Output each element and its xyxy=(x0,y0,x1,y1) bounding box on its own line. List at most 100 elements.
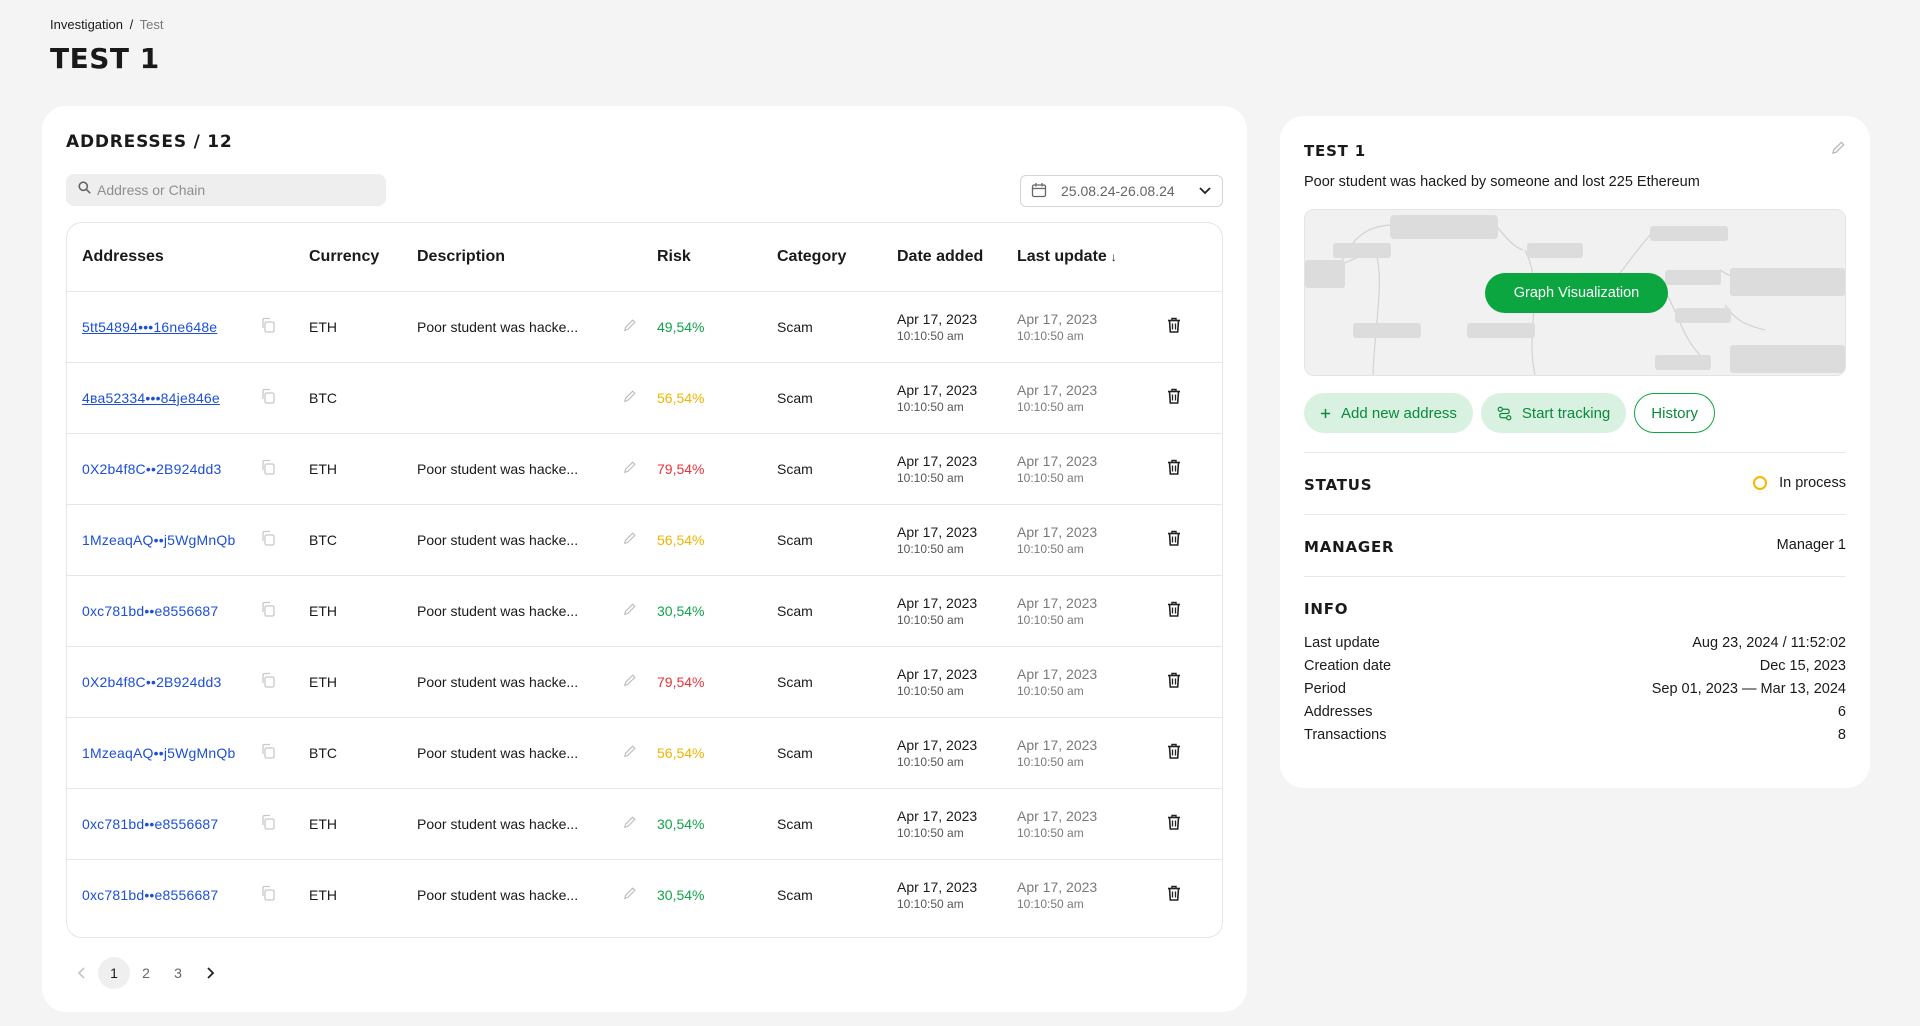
description-text: Poor student was hacke... xyxy=(417,815,579,832)
trash-icon[interactable] xyxy=(1167,601,1181,620)
copy-icon[interactable] xyxy=(260,317,276,336)
breadcrumb-current: Test xyxy=(139,17,164,32)
edit-description-icon[interactable] xyxy=(623,460,637,477)
copy-icon[interactable] xyxy=(260,388,276,407)
edit-description-icon[interactable] xyxy=(623,744,637,761)
page-button-3[interactable]: 3 xyxy=(162,957,194,989)
edit-description-icon[interactable] xyxy=(623,673,637,690)
trash-icon[interactable] xyxy=(1167,886,1181,904)
table-row[interactable]: 0xc781bd••e8556687 ETH Poor student was ha… xyxy=(67,575,1222,647)
copy-icon[interactable] xyxy=(260,672,276,691)
table-row[interactable]: 0xc781bd••e8556687 ETH Poor student was ha… xyxy=(67,859,1222,930)
page-button-1[interactable]: 1 xyxy=(98,957,130,989)
copy-icon[interactable] xyxy=(260,459,276,478)
copy-cell xyxy=(260,717,309,789)
address-cell: 1MzeaqAQ••j5WgMnQb xyxy=(67,717,260,789)
trash-icon[interactable] xyxy=(1167,672,1181,691)
date-added-cell: Apr 17, 2023 10:10:50 am xyxy=(897,859,1017,930)
edit-description-icon[interactable] xyxy=(623,531,637,548)
pagination: 1 2 3 xyxy=(66,957,226,989)
trash-icon[interactable] xyxy=(1167,814,1181,833)
start-tracking-button[interactable]: Start tracking xyxy=(1480,393,1627,433)
description-text: Poor student was hacke... xyxy=(417,318,579,335)
last-update-date: Apr 17, 2023 xyxy=(1017,594,1098,611)
graph-visualization-button[interactable]: Graph Visualization xyxy=(1485,273,1668,313)
trash-icon[interactable] xyxy=(1167,743,1181,762)
next-page-button[interactable] xyxy=(194,957,226,989)
copy-cell xyxy=(260,788,309,860)
edit-description-icon[interactable] xyxy=(623,602,637,619)
last-update-date: Apr 17, 2023 xyxy=(1017,310,1098,327)
col-header-category: Category xyxy=(777,223,897,292)
description-cell: Poor student was hacke... xyxy=(417,575,657,647)
address-link[interactable]: 0xc781bd••e8556687 xyxy=(82,603,218,619)
case-actions: Add new address Start tracking History xyxy=(1304,393,1715,433)
date-range-picker[interactable]: 25.08.24-26.08.24 xyxy=(1020,175,1223,207)
edit-description-icon[interactable] xyxy=(623,318,637,335)
copy-icon[interactable] xyxy=(260,601,276,620)
copy-icon[interactable] xyxy=(260,530,276,549)
trash-icon[interactable] xyxy=(1167,388,1181,407)
graph-preview[interactable]: Graph Visualization xyxy=(1304,209,1846,376)
date-added-time: 10:10:50 am xyxy=(897,825,964,840)
addresses-card: ADDRESSES / 12 25.08.24-26.08.24 Address… xyxy=(42,106,1247,1012)
page-button-2[interactable]: 2 xyxy=(130,957,162,989)
search-input[interactable] xyxy=(97,182,367,198)
last-update-cell: Apr 17, 2023 10:10:50 am xyxy=(1017,788,1167,860)
edit-description-icon[interactable] xyxy=(623,389,637,406)
address-link[interactable]: 0X2b4f8C••2B924dd3 xyxy=(82,674,222,690)
last-update-cell: Apr 17, 2023 10:10:50 am xyxy=(1017,504,1167,576)
table-row[interactable]: 4ва52334•••84je846e BTC 56,54% Scam Apr 17, … xyxy=(67,362,1222,434)
info-row-value: Aug 23, 2024 / 11:52:02 xyxy=(1692,635,1846,651)
address-cell: 4ва52334•••84je846e xyxy=(67,362,260,434)
address-link[interactable]: 1MzeaqAQ••j5WgMnQb xyxy=(82,745,235,761)
info-row-label: Transactions xyxy=(1304,727,1387,743)
table-row[interactable]: 0X2b4f8C••2B924dd3 ETH Poor student was ha… xyxy=(67,433,1222,505)
description-cell: Poor student was hacke... xyxy=(417,717,657,789)
breadcrumb-investigation[interactable]: Investigation xyxy=(50,17,123,32)
history-button[interactable]: History xyxy=(1634,393,1715,433)
delete-cell xyxy=(1167,788,1222,860)
trash-icon[interactable] xyxy=(1167,530,1181,549)
address-link[interactable]: 1MzeaqAQ••j5WgMnQb xyxy=(82,532,235,548)
search-icon xyxy=(78,181,91,199)
risk-value: 56,54% xyxy=(657,531,705,548)
address-link[interactable]: 4ва52334•••84je846e xyxy=(82,390,220,406)
col-header-risk: Risk xyxy=(657,223,777,292)
prev-page-button[interactable] xyxy=(66,957,98,989)
edit-description-icon[interactable] xyxy=(623,886,637,903)
page-title: TEST 1 xyxy=(50,42,160,75)
status-value: In process xyxy=(1753,475,1846,491)
search-box[interactable] xyxy=(66,174,386,206)
info-row-label: Addresses xyxy=(1304,704,1373,720)
last-update-date: Apr 17, 2023 xyxy=(1017,878,1098,895)
risk-cell: 56,54% xyxy=(657,504,777,576)
table-row[interactable]: 1MzeaqAQ••j5WgMnQb BTC Poor student was ha… xyxy=(67,504,1222,576)
description-cell: Poor student was hacke... xyxy=(417,859,657,930)
addresses-table: Addresses Currency Description Risk Cate… xyxy=(66,222,1223,938)
copy-icon[interactable] xyxy=(260,814,276,833)
date-added-date: Apr 17, 2023 xyxy=(897,594,978,611)
trash-icon[interactable] xyxy=(1167,459,1181,478)
copy-icon[interactable] xyxy=(260,743,276,762)
address-link[interactable]: 0xc781bd••e8556687 xyxy=(82,887,218,903)
copy-icon[interactable] xyxy=(260,886,276,904)
table-row[interactable]: 0xc781bd••e8556687 ETH Poor student was ha… xyxy=(67,788,1222,860)
table-row[interactable]: 0X2b4f8C••2B924dd3 ETH Poor student was ha… xyxy=(67,646,1222,718)
table-row[interactable]: 1MzeaqAQ••j5WgMnQb BTC Poor student was ha… xyxy=(67,717,1222,789)
add-new-address-button[interactable]: Add new address xyxy=(1304,393,1473,433)
status-label: STATUS xyxy=(1304,476,1373,494)
copy-cell xyxy=(260,362,309,434)
edit-case-button[interactable] xyxy=(1831,140,1846,160)
address-link[interactable]: 5tt54894•••16ne648e xyxy=(82,319,217,335)
table-row[interactable]: 5tt54894•••16ne648e ETH Poor student was h… xyxy=(67,291,1222,363)
address-link[interactable]: 0X2b4f8C••2B924dd3 xyxy=(82,461,222,477)
status-text: In process xyxy=(1779,475,1846,491)
address-link[interactable]: 0xc781bd••e8556687 xyxy=(82,816,218,832)
col-header-last-update[interactable]: Last update ↓ xyxy=(1017,223,1167,292)
edit-description-icon[interactable] xyxy=(623,815,637,832)
risk-cell: 79,54% xyxy=(657,433,777,505)
trash-icon[interactable] xyxy=(1167,317,1181,336)
date-added-cell: Apr 17, 2023 10:10:50 am xyxy=(897,362,1017,434)
category-cell: Scam xyxy=(777,717,897,789)
